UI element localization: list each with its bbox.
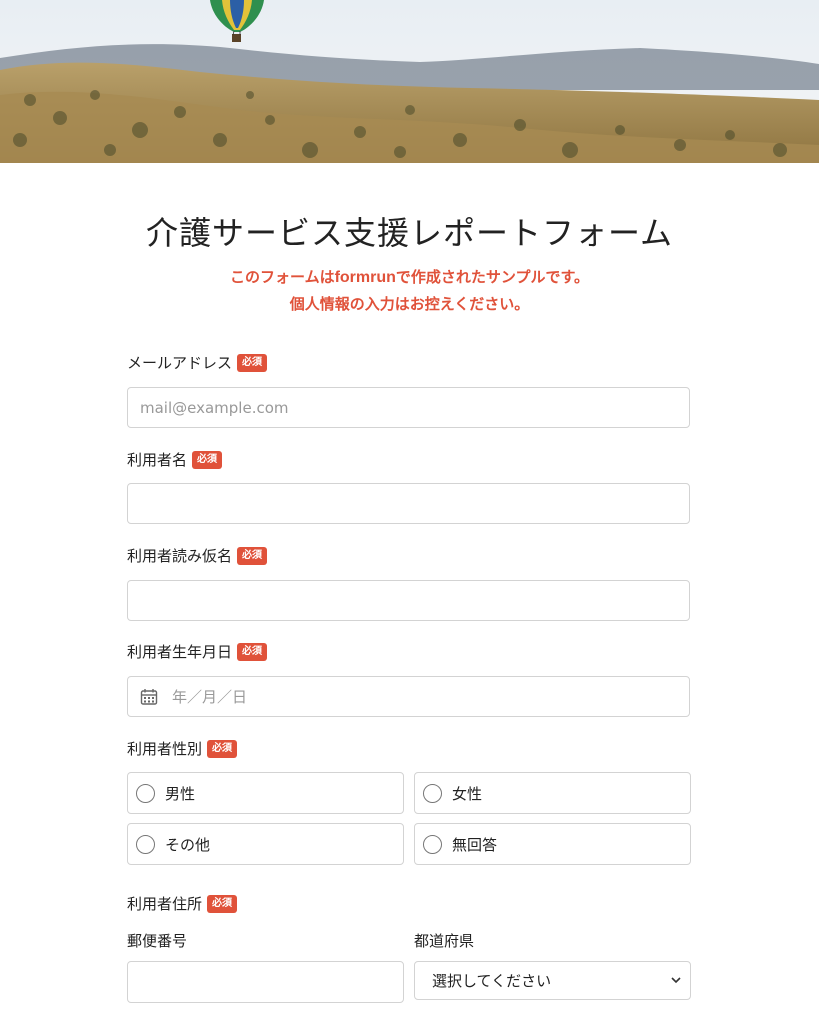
radio-circle[interactable] (423, 834, 442, 854)
gender-label: 利用者性別 必須 (127, 738, 238, 759)
radio-circle[interactable] (136, 834, 155, 854)
prefecture-selected-value: 選択してください (432, 972, 552, 990)
prefecture-label: 都道府県 (414, 932, 475, 950)
required-badge: 必須 (237, 642, 268, 661)
postal-code-label: 郵便番号 (127, 932, 188, 950)
name-label-text: 利用者名 (127, 451, 188, 469)
email-field[interactable]: mail@example.com (127, 387, 690, 428)
required-badge: 必須 (237, 546, 268, 565)
gender-option-other[interactable]: その他 (127, 823, 404, 865)
required-badge: 必須 (207, 739, 238, 758)
birthdate-label: 利用者生年月日 必須 (127, 641, 268, 662)
form-title: 介護サービス支援レポートフォーム (145, 214, 674, 252)
email-label-text: メールアドレス (127, 354, 233, 372)
chevron-down-icon (671, 977, 681, 984)
notice-prefix: このフォームは (230, 268, 335, 286)
gender-option-label: 無回答 (452, 835, 498, 854)
gender-option-male[interactable]: 男性 (127, 772, 404, 814)
gender-option-label: その他 (165, 835, 211, 854)
gender-option-no-answer[interactable]: 無回答 (414, 823, 691, 865)
email-label: メールアドレス 必須 (127, 352, 268, 373)
sample-notice: このフォームはformrunで作成されたサンプルです。 個人情報の入力はお控えく… (0, 264, 819, 318)
birthdate-placeholder: 年／月／日 (172, 688, 248, 706)
name-field[interactable] (127, 483, 690, 524)
notice-line-1: このフォームはformrunで作成されたサンプルです。 (0, 264, 819, 291)
required-badge: 必須 (192, 450, 223, 469)
radio-circle[interactable] (136, 783, 155, 803)
radio-circle[interactable] (423, 783, 442, 803)
birthdate-label-text: 利用者生年月日 (127, 643, 233, 661)
gender-option-label: 男性 (165, 784, 196, 803)
name-label: 利用者名 必須 (127, 449, 223, 470)
kana-field[interactable] (127, 580, 690, 621)
prefecture-select[interactable]: 選択してください (414, 961, 691, 1000)
birthdate-field[interactable]: 年／月／日 (127, 676, 690, 717)
hero-banner (0, 0, 819, 163)
required-badge: 必須 (207, 894, 238, 913)
notice-brand: formrun (334, 269, 396, 286)
address-label-text: 利用者住所 (127, 895, 203, 913)
kana-label: 利用者読み仮名 必須 (127, 545, 268, 566)
kana-label-text: 利用者読み仮名 (127, 547, 233, 565)
postal-code-field[interactable] (127, 961, 404, 1003)
notice-line-2: 個人情報の入力はお控えください。 (289, 295, 530, 313)
calendar-icon (140, 688, 158, 705)
email-placeholder: mail@example.com (140, 398, 289, 417)
gender-option-label: 女性 (452, 784, 483, 803)
address-label: 利用者住所 必須 (127, 893, 238, 914)
required-badge: 必須 (237, 353, 268, 372)
gender-label-text: 利用者性別 (127, 740, 203, 758)
notice-suffix: で作成されたサンプルです。 (395, 268, 589, 286)
gender-option-female[interactable]: 女性 (414, 772, 691, 814)
hero-landscape-image (0, 0, 819, 163)
